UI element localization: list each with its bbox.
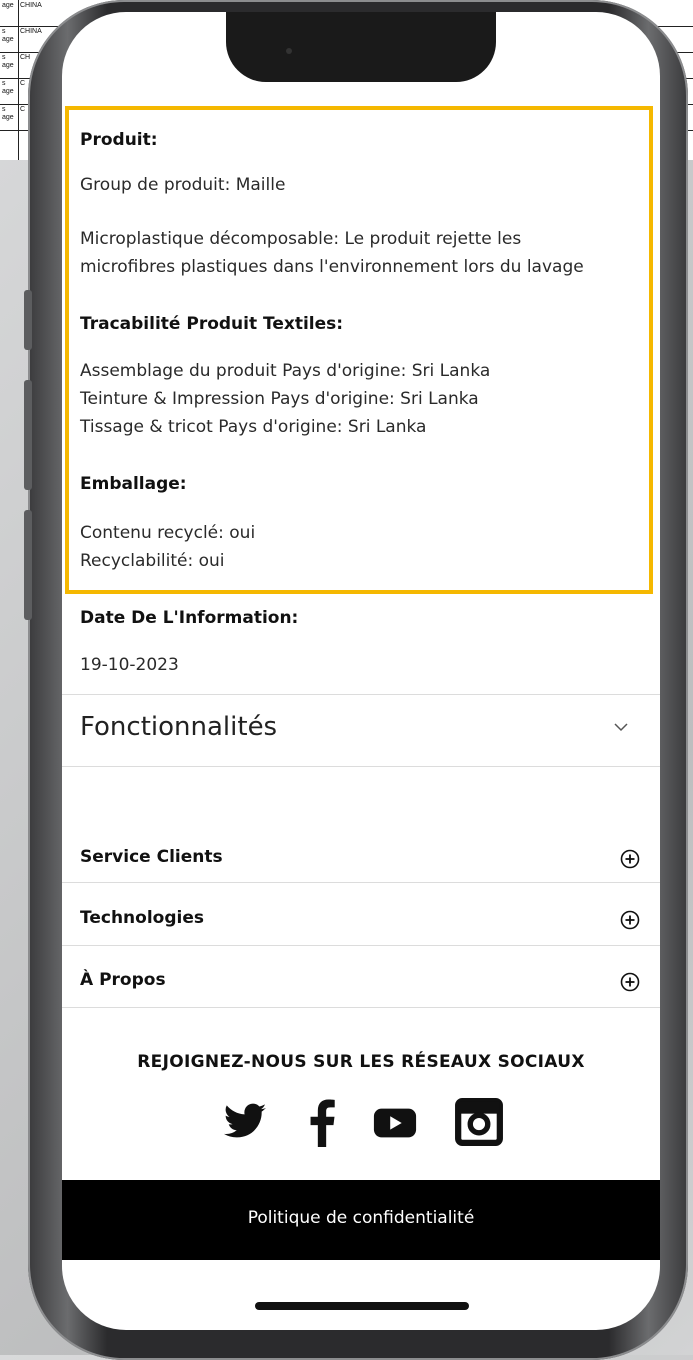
accordion-label: Technologies bbox=[80, 908, 204, 928]
info-date-value: 19-10-2023 bbox=[80, 655, 179, 675]
divider bbox=[62, 694, 660, 695]
packaging-heading: Emballage: bbox=[80, 474, 187, 494]
phone-screen: Produit: Group de produit: Maille Microp… bbox=[62, 12, 660, 1330]
twitter-icon[interactable] bbox=[222, 1097, 268, 1147]
instagram-icon[interactable] bbox=[454, 1097, 504, 1147]
home-indicator[interactable] bbox=[255, 1302, 469, 1310]
microplastic-line-1: Microplastique décomposable: Le produit … bbox=[80, 229, 522, 249]
phone-side-button bbox=[24, 290, 32, 350]
accordion-label: À Propos bbox=[80, 970, 166, 990]
chevron-down-icon bbox=[614, 723, 628, 732]
divider bbox=[62, 1007, 660, 1008]
phone-side-button bbox=[24, 380, 32, 490]
traceability-line: Teinture & Impression Pays d'origine: Sr… bbox=[80, 389, 479, 409]
traceability-line: Assemblage du produit Pays d'origine: Sr… bbox=[80, 361, 491, 381]
social-title: REJOIGNEZ-NOUS SUR LES RÉSEAUX SOCIAUX bbox=[137, 1052, 585, 1072]
accordion-label: Service Clients bbox=[80, 847, 223, 867]
sheet-cell: s age bbox=[2, 28, 14, 43]
privacy-policy-link[interactable]: Politique de confidentialité bbox=[62, 1208, 660, 1228]
youtube-icon[interactable] bbox=[372, 1097, 418, 1147]
sheet-cell: age bbox=[2, 2, 14, 9]
packaging-line: Recyclabilité: oui bbox=[80, 551, 225, 571]
accordion-service-clients[interactable]: Service Clients bbox=[62, 827, 660, 889]
features-title: Fonctionnalités bbox=[80, 712, 278, 742]
camera-icon bbox=[286, 48, 292, 54]
divider bbox=[62, 945, 660, 946]
sheet-cell: s age bbox=[2, 80, 14, 95]
plus-circle-icon bbox=[620, 910, 640, 930]
traceability-heading: Tracabilité Produit Textiles: bbox=[80, 314, 344, 334]
traceability-line: Tissage & tricot Pays d'origine: Sri Lan… bbox=[80, 417, 427, 437]
phone-notch bbox=[226, 12, 496, 82]
info-date-heading: Date De L'Information: bbox=[80, 608, 299, 628]
microplastic-line-2: microfibres plastiques dans l'environnem… bbox=[80, 257, 584, 277]
footer: Politique de confidentialité bbox=[62, 1180, 660, 1260]
divider bbox=[62, 766, 660, 767]
sheet-cell: C bbox=[20, 80, 26, 87]
product-group: Group de produit: Maille bbox=[80, 175, 286, 195]
plus-circle-icon bbox=[620, 849, 640, 869]
divider bbox=[62, 882, 660, 883]
sheet-cell: CHINA bbox=[20, 28, 42, 35]
plus-circle-icon bbox=[620, 972, 640, 992]
phone-side-button bbox=[24, 510, 32, 620]
accordion-technologies[interactable]: Technologies bbox=[62, 888, 660, 950]
sheet-cell: s age bbox=[2, 106, 14, 121]
sheet-cell: CH bbox=[20, 54, 31, 61]
sheet-cell: CHINA bbox=[20, 2, 42, 9]
facebook-icon[interactable] bbox=[307, 1097, 337, 1147]
packaging-line: Contenu recyclé: oui bbox=[80, 523, 256, 543]
sheet-cell: s age bbox=[2, 54, 14, 69]
sheet-cell: C bbox=[20, 106, 26, 113]
product-heading: Produit: bbox=[80, 130, 158, 150]
accordion-a-propos[interactable]: À Propos bbox=[62, 950, 660, 1012]
